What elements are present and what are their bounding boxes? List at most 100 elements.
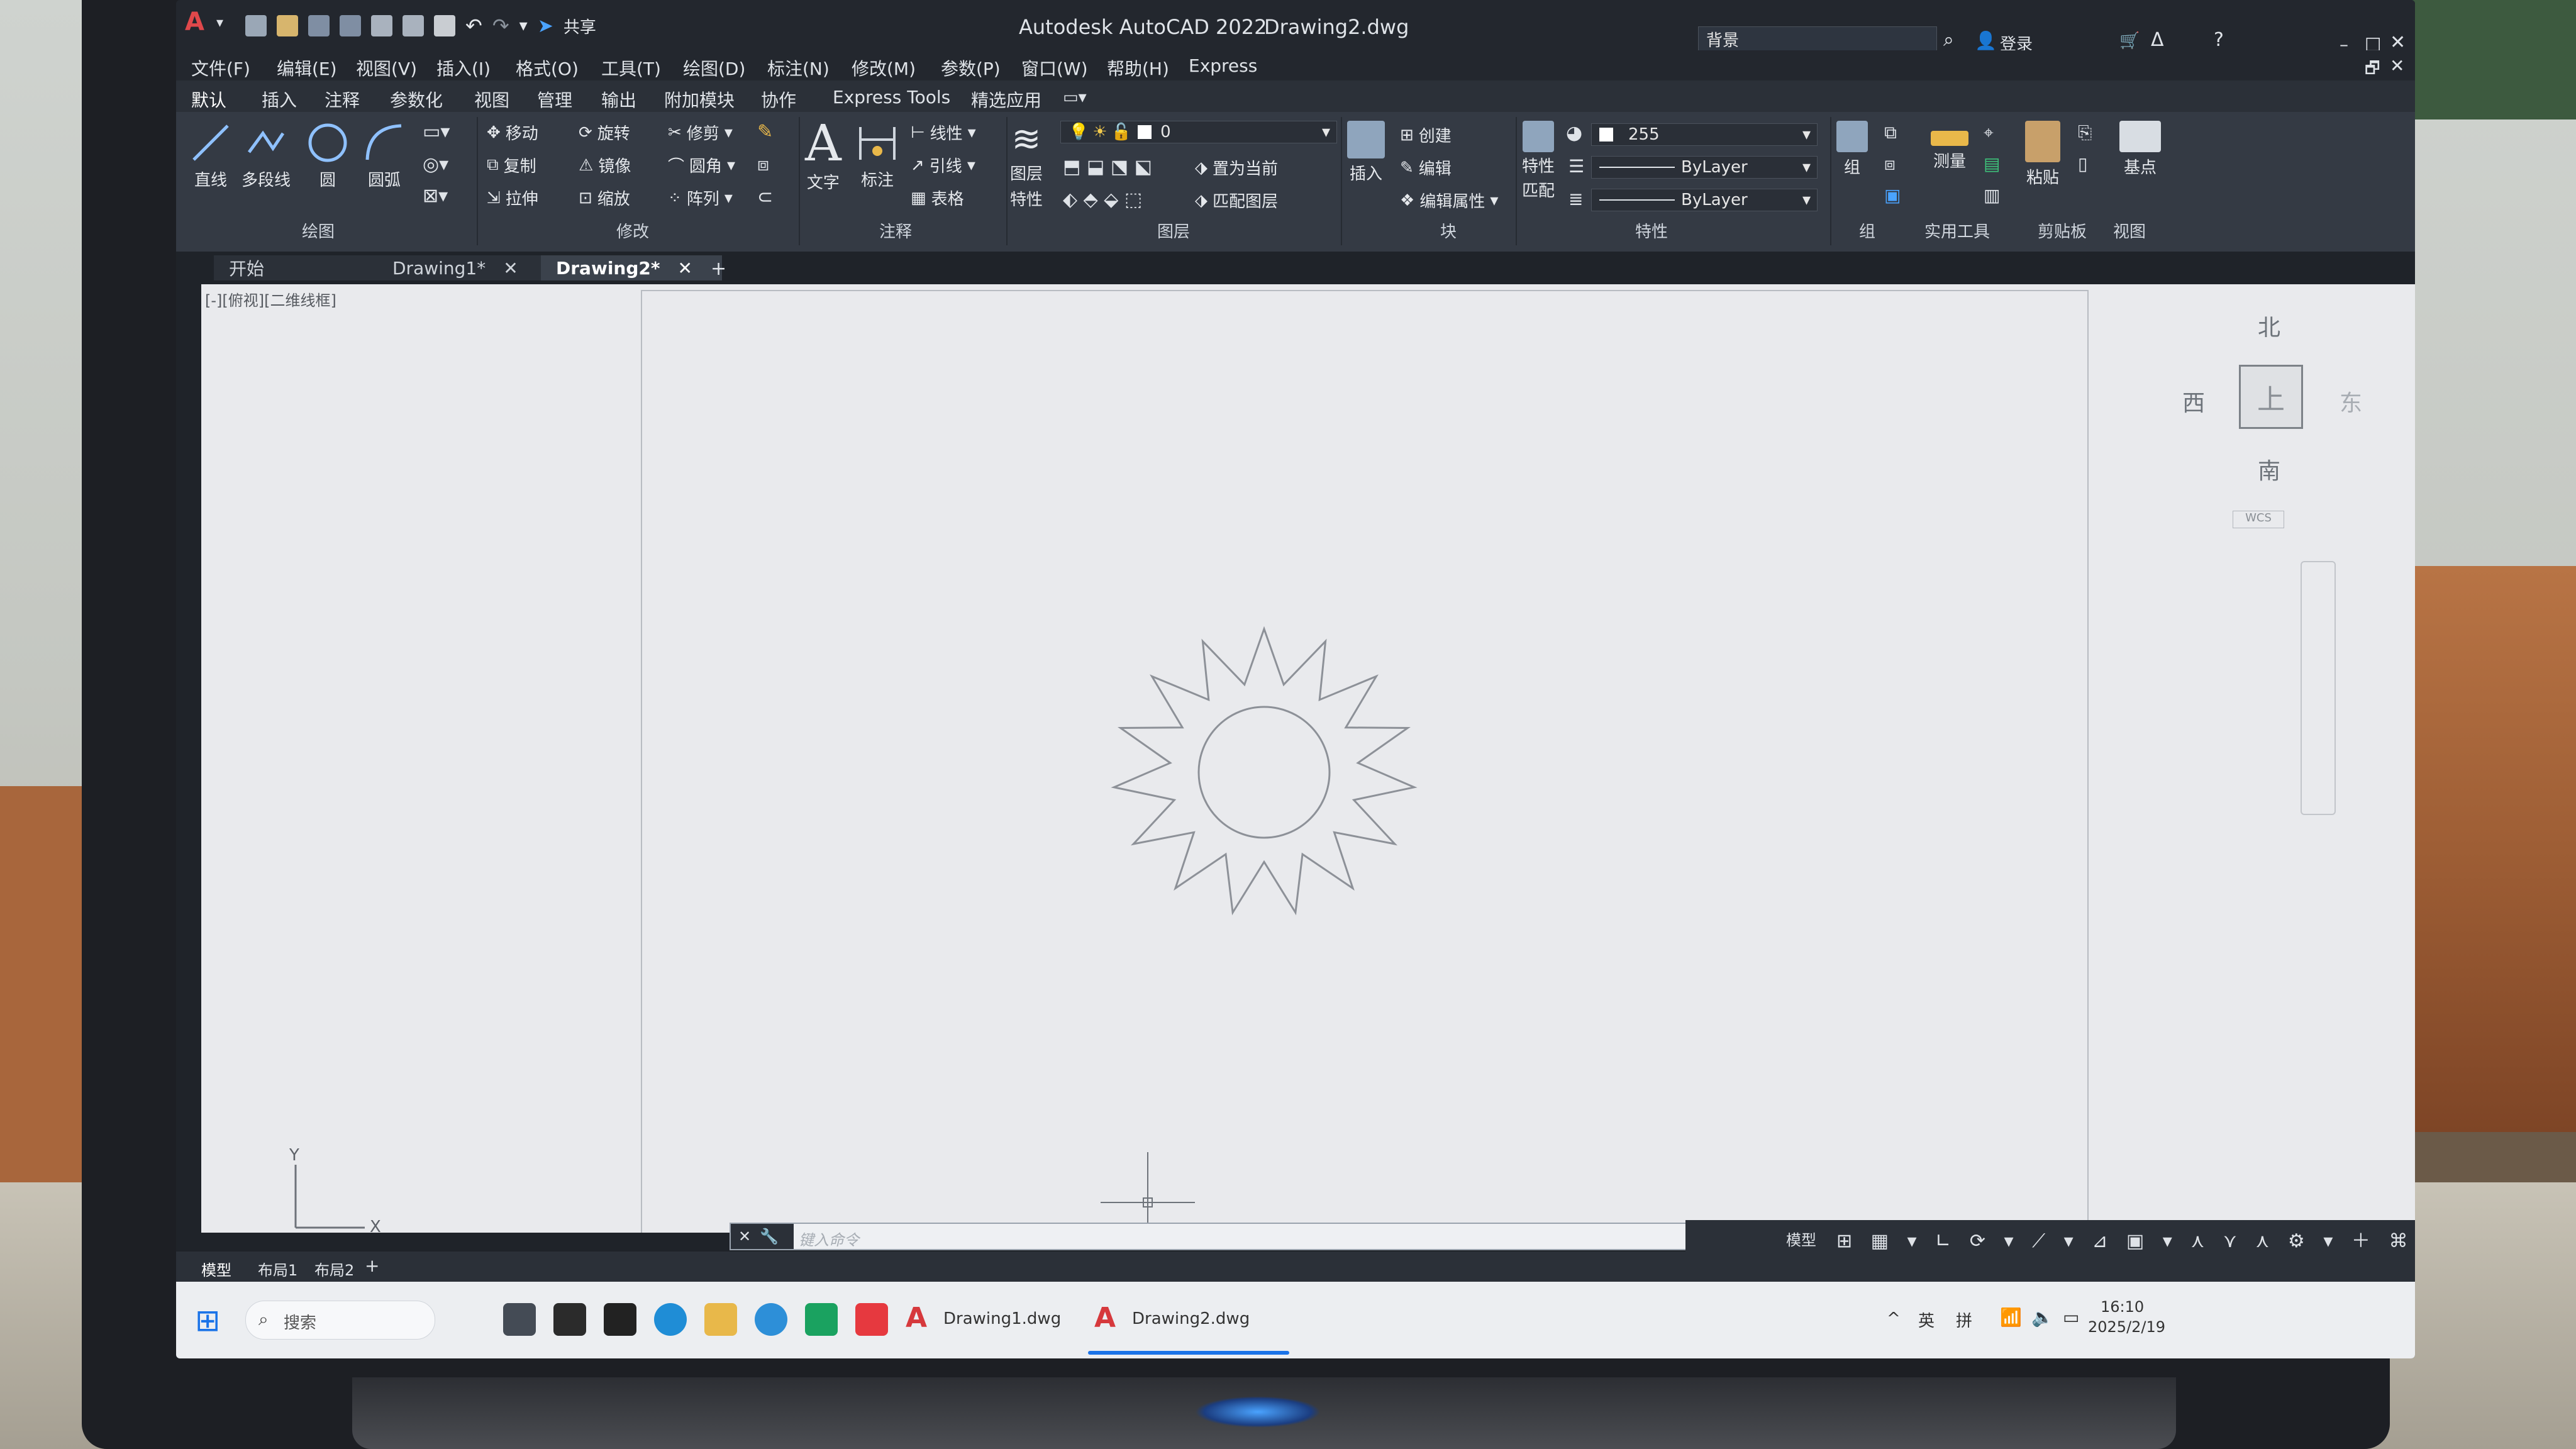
arc-button[interactable]: 圆弧 — [362, 121, 406, 191]
group-edit-icon[interactable]: ⧈ — [1884, 153, 1896, 175]
join-icon[interactable]: ⊂ — [757, 186, 773, 208]
calculator-icon[interactable]: ▥ — [1984, 185, 2000, 206]
text-button[interactable]: A 文字 — [805, 118, 841, 193]
ribbon-tab-parametric[interactable]: 参数化 — [390, 87, 443, 112]
modify-panel-label[interactable]: 修改 — [616, 219, 649, 242]
rotate-button[interactable]: ⟳ 旋转 — [579, 121, 630, 144]
block-panel-label[interactable]: 块 — [1440, 219, 1457, 242]
ime-language-indicator[interactable]: 英 — [1918, 1308, 1935, 1331]
lineweight-dropdown[interactable]: ByLayer ▾ — [1591, 189, 1818, 211]
volume-icon[interactable]: 🔈 — [2031, 1307, 2053, 1328]
task-view-icon[interactable] — [553, 1303, 586, 1336]
share-button[interactable]: 共享 — [564, 14, 596, 38]
close-tab-icon[interactable]: ✕ — [503, 258, 518, 279]
user-icon[interactable]: 👤 — [1975, 30, 1997, 51]
taskbar-app-icon[interactable] — [604, 1303, 636, 1336]
color-wheel-icon[interactable]: ◕ — [1566, 122, 1582, 144]
create-block-button[interactable]: ⊞ 创建 — [1400, 123, 1452, 147]
rectangle-icon[interactable]: ▭▾ — [423, 121, 450, 143]
autocad-taskbar-icon[interactable]: A — [906, 1302, 927, 1334]
offset-icon[interactable]: ⧈ — [757, 153, 769, 175]
annotation-panel-label[interactable]: 注释 — [879, 219, 912, 242]
status-model-button[interactable]: 模型 — [1786, 1228, 1816, 1250]
layout-tab-2[interactable]: 布局2 — [314, 1258, 354, 1280]
autodesk-a360-icon[interactable]: Δ — [2151, 29, 2164, 51]
app-menu-chevron-icon[interactable]: ▾ — [216, 15, 223, 31]
new-file-icon[interactable] — [245, 15, 267, 36]
search-input[interactable]: 背景 — [1698, 26, 1937, 52]
ribbon-tab-insert[interactable]: 插入 — [262, 87, 297, 112]
viewcube-west[interactable]: 西 — [2182, 385, 2205, 418]
viewcube-south[interactable]: 南 — [2258, 453, 2280, 486]
viewcube-north[interactable]: 北 — [2258, 309, 2280, 342]
wps-office-icon[interactable] — [855, 1303, 888, 1336]
ribbon-tab-default[interactable]: 默认 — [191, 87, 227, 114]
erase-icon[interactable]: ✎ — [757, 121, 773, 143]
wifi-icon[interactable]: 📶 — [2000, 1307, 2022, 1328]
battery-icon[interactable]: ▭ — [2063, 1307, 2079, 1328]
help-icon[interactable]: ? — [2214, 29, 2224, 51]
ribbon-tab-output[interactable]: 输出 — [601, 87, 636, 112]
scale-button[interactable]: ⊡ 缩放 — [579, 186, 630, 209]
wcs-menu[interactable]: WCS — [2233, 511, 2284, 528]
layout-tab-1[interactable]: 布局1 — [258, 1258, 297, 1280]
mail-app-icon[interactable] — [805, 1303, 838, 1336]
close-tab-icon[interactable]: ✕ — [678, 258, 692, 279]
taskbar-drawing2[interactable]: Drawing2.dwg — [1132, 1309, 1250, 1328]
set-current-button[interactable]: ⬗ 置为当前 — [1195, 156, 1278, 179]
ime-mode-indicator[interactable]: 拼 — [1956, 1308, 1972, 1331]
utilities-panel-label[interactable]: 实用工具 — [1924, 219, 1990, 242]
linetype-dropdown[interactable]: ByLayer ▾ — [1591, 156, 1818, 179]
doc-tab-start[interactable]: 开始 — [214, 255, 382, 280]
ribbon-options-icon[interactable]: ▭▾ — [1063, 88, 1087, 107]
ribbon-tab-manage[interactable]: 管理 — [537, 87, 572, 112]
menu-express[interactable]: Express — [1189, 55, 1257, 76]
stretch-button[interactable]: ⇲ 拉伸 — [487, 186, 538, 209]
layer-tools-row1-icons[interactable]: ⬒ ⬓ ⬔ ⬕ — [1063, 156, 1152, 178]
autocad-logo-icon[interactable]: A — [185, 8, 204, 36]
copy-button[interactable]: ⧉ 复制 — [487, 153, 536, 177]
ungroup-icon[interactable]: ⧉ — [1884, 122, 1897, 143]
edge-browser-icon[interactable] — [654, 1303, 687, 1336]
linear-dim-button[interactable]: ⊢ 线性 ▾ — [911, 121, 976, 144]
menu-parametric[interactable]: 参数(P) — [941, 55, 1001, 80]
viewcube-east[interactable]: 东 — [2340, 385, 2362, 418]
ribbon-tab-view[interactable]: 视图 — [474, 87, 509, 112]
menu-help[interactable]: 帮助(H) — [1107, 55, 1169, 80]
menu-view[interactable]: 视图(V) — [356, 55, 417, 80]
menu-format[interactable]: 格式(O) — [516, 55, 579, 80]
edit-block-button[interactable]: ✎ 编辑 — [1400, 156, 1452, 179]
leader-button[interactable]: ↗ 引线 ▾ — [911, 153, 975, 177]
menu-insert[interactable]: 插入(I) — [436, 55, 491, 80]
edit-attributes-button[interactable]: ❖ 编辑属性 ▾ — [1400, 189, 1498, 212]
layout-tab-model[interactable]: 模型 — [201, 1258, 231, 1280]
dimension-button[interactable]: 标注 — [855, 121, 899, 191]
layer-dropdown[interactable]: 💡 ☀ 🔓 0 ▾ — [1060, 121, 1337, 143]
fillet-button[interactable]: ⌒ 圆角 ▾ — [668, 153, 735, 177]
open-folder-icon[interactable] — [277, 15, 298, 36]
color-dropdown[interactable]: 255 ▾ — [1591, 123, 1818, 146]
measure-button[interactable]: 测量 — [1931, 121, 1968, 172]
clipboard-panel-label[interactable]: 剪贴板 — [2038, 219, 2087, 242]
taskbar-widgets-icon[interactable] — [503, 1303, 536, 1336]
match-layer-button[interactable]: ⬗ 匹配图层 — [1195, 189, 1278, 212]
match-properties-button[interactable]: 特性 匹配 — [1522, 121, 1555, 201]
ribbon-tab-annotate[interactable]: 注释 — [325, 87, 360, 112]
doc-close-icon[interactable]: ✕ — [2390, 55, 2404, 76]
cut-clip-icon[interactable]: ▯ — [2078, 153, 2087, 174]
array-button[interactable]: ⁘ 阵列 ▾ — [668, 186, 733, 209]
copy-clip-icon[interactable]: ⎘ — [2078, 122, 2092, 143]
autocad-taskbar-icon[interactable]: A — [1094, 1302, 1116, 1334]
layer-tools-row2-icons[interactable]: ⬖ ⬘ ⬙ ⬚ — [1063, 189, 1142, 211]
group-select-icon[interactable]: ▣ — [1884, 185, 1901, 206]
id-point-icon[interactable]: ⌖ — [1984, 122, 1994, 143]
menu-tools[interactable]: 工具(T) — [601, 55, 661, 80]
export-icon[interactable] — [402, 15, 424, 36]
qat-dropdown-icon[interactable]: ▾ — [519, 16, 528, 35]
save-icon[interactable] — [308, 15, 330, 36]
taskbar-search-box[interactable]: ⌕ 搜索 — [245, 1301, 435, 1340]
ribbon-tab-featured-apps[interactable]: 精选应用 — [971, 87, 1041, 112]
share-icon[interactable]: ➤ — [538, 15, 553, 37]
clock-date[interactable]: 2025/2/19 — [2088, 1318, 2165, 1336]
undo-icon[interactable]: ↶ — [465, 14, 482, 38]
